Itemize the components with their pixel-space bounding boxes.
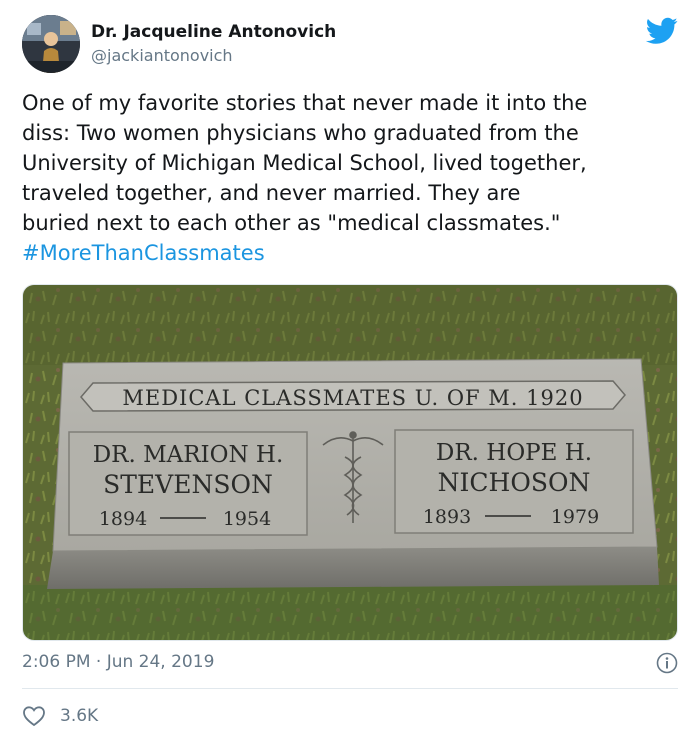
heart-icon: [23, 706, 45, 727]
profile-photo-icon: [22, 15, 80, 73]
right-surname: NICHOSON: [438, 468, 591, 497]
right-died: 1979: [551, 506, 599, 528]
hashtag-link[interactable]: #MoreThanClassmates: [22, 241, 265, 265]
author-name[interactable]: Dr. Jacqueline Antonovich: [91, 22, 336, 42]
like-count: 3.6K: [60, 706, 99, 726]
tweet-line: University of Michigan Medical School, l…: [22, 151, 587, 175]
divider: [22, 688, 678, 689]
tweet-photo[interactable]: MEDICAL CLASSMATES U. OF M. 1920 DR. MAR…: [22, 284, 678, 641]
gravestone-photo: MEDICAL CLASSMATES U. OF M. 1920 DR. MAR…: [23, 285, 677, 640]
tweet-line: buried next to each other as "medical cl…: [22, 211, 561, 235]
left-name: DR. MARION H.: [93, 442, 284, 468]
twitter-bird-icon[interactable]: [645, 17, 678, 45]
right-name: DR. HOPE H.: [436, 440, 592, 466]
banner-text: MEDICAL CLASSMATES U. OF M. 1920: [122, 386, 583, 410]
tweet-line: traveled together, and never married. Th…: [22, 181, 521, 205]
tweet-line: diss: Two women physicians who graduated…: [22, 121, 579, 145]
like-button[interactable]: 3.6K: [22, 703, 98, 729]
tweet-text: One of my favorite stories that never ma…: [22, 88, 682, 268]
left-surname: STEVENSON: [103, 470, 273, 499]
avatar[interactable]: [22, 15, 80, 73]
right-born: 1893: [423, 506, 471, 528]
tweet-timestamp[interactable]: 2:06 PM · Jun 24, 2019: [22, 652, 214, 672]
author-handle[interactable]: @jackiantonovich: [91, 46, 233, 65]
info-icon[interactable]: [656, 652, 678, 674]
left-born: 1894: [99, 508, 147, 530]
tweet-line: One of my favorite stories that never ma…: [22, 91, 588, 115]
left-died: 1954: [223, 508, 271, 530]
